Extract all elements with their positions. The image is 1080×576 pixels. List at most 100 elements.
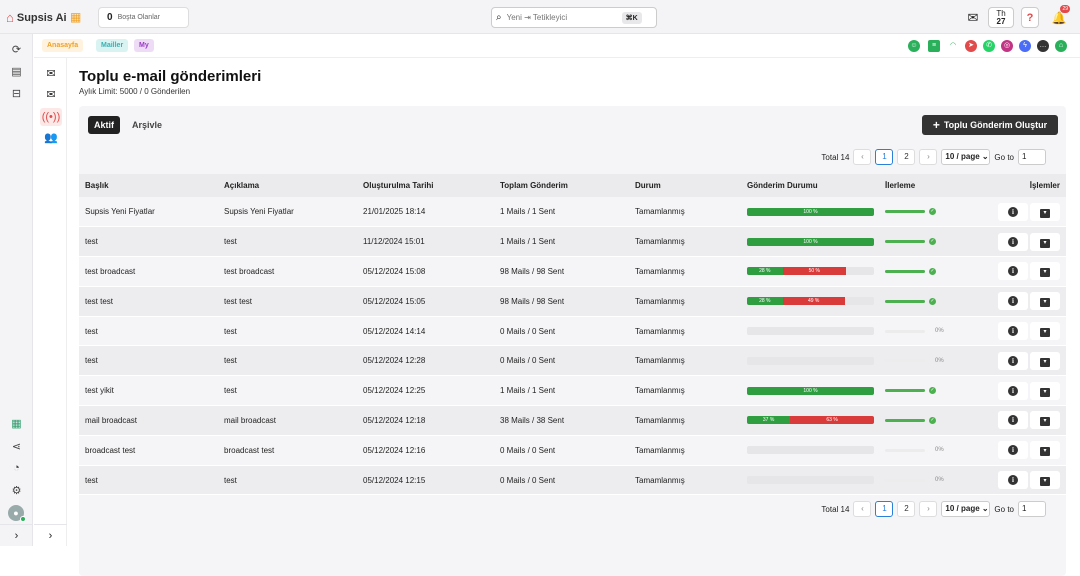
page-2-button[interactable]: 2	[897, 501, 916, 517]
info-button[interactable]: i	[998, 322, 1028, 341]
cell-title: Supsis Yeni Fiyatlar	[79, 197, 218, 228]
next-page-button[interactable]: ›	[919, 149, 938, 165]
prev-page-button[interactable]: ‹	[853, 501, 872, 517]
table-row[interactable]: mail broadcast mail broadcast 05/12/2024 1…	[79, 405, 1066, 436]
tab-home[interactable]: Anasayfa	[42, 39, 84, 52]
settings-gear-icon[interactable]: ⚙	[9, 484, 24, 499]
archive-button[interactable]: ▾	[1030, 322, 1060, 341]
filter-archive-tab[interactable]: Arşivle	[126, 116, 168, 134]
sms-icon[interactable]: …	[1037, 40, 1049, 52]
open-mail-icon[interactable]: ✉	[43, 88, 59, 104]
notification-bell-icon[interactable]: 🔔 29	[1048, 5, 1070, 28]
filter-active-tab[interactable]: Aktif	[88, 116, 120, 134]
progress-cell: 0%	[879, 316, 989, 347]
table-row[interactable]: test test 05/12/2024 12:28 0 Mails / 0 Sent…	[79, 345, 1066, 377]
archive-button[interactable]: ▾	[1030, 441, 1060, 460]
share-icon[interactable]: ⋖	[9, 440, 24, 455]
language-box[interactable]: Th 27	[988, 7, 1014, 28]
lang-bottom: 27	[996, 16, 1006, 26]
actions-cell: i ▾	[989, 286, 1066, 317]
page-size-select[interactable]: 10 / page ⌄	[941, 501, 991, 517]
archive-button[interactable]: ▾	[1030, 262, 1060, 281]
whatsapp-icon[interactable]: ✆	[983, 40, 995, 52]
info-button[interactable]: i	[998, 292, 1028, 311]
info-button[interactable]: i	[998, 202, 1028, 221]
prev-page-button[interactable]: ‹	[853, 149, 872, 165]
users-icon[interactable]: 👥	[43, 131, 59, 147]
table-row[interactable]: test test 05/12/2024 14:14 0 Mails / 0 Sent…	[79, 316, 1066, 347]
goto-input[interactable]: 1	[1018, 149, 1046, 165]
archive-button[interactable]: ▾	[1030, 351, 1060, 370]
avatar[interactable]: ●	[8, 505, 26, 522]
refresh-icon[interactable]: ⟳	[9, 43, 24, 58]
brand-logo[interactable]: ⌂ Supsis Ai	[6, 10, 67, 25]
dashboard-icon[interactable]: ▦	[9, 417, 24, 432]
help-button[interactable]: ?	[1021, 7, 1039, 28]
table-row[interactable]: broadcast test broadcast test 05/12/2024 1…	[79, 435, 1066, 466]
progress-cell: ✓	[879, 286, 989, 317]
table-row[interactable]: test test test test 05/12/2024 15:05 98 Mai…	[79, 286, 1066, 317]
info-button[interactable]: i	[998, 351, 1028, 370]
mail-icon[interactable]: ✉	[43, 67, 59, 83]
messenger-icon[interactable]: ϟ	[1019, 40, 1031, 52]
mail-icon[interactable]: ✉	[964, 7, 982, 28]
expand-left-sidebar-icon[interactable]: ›	[0, 524, 33, 546]
archive-button[interactable]: ▾	[1030, 471, 1060, 490]
page-2-button[interactable]: 2	[897, 149, 916, 165]
archive-button[interactable]: ▾	[1030, 232, 1060, 251]
cell-status: Tamamlanmış	[629, 256, 741, 287]
info-button[interactable]: i	[998, 441, 1028, 460]
goto-input[interactable]: 1	[1018, 501, 1046, 517]
table-row[interactable]: test test 05/12/2024 12:15 0 Mails / 0 Sent…	[79, 465, 1066, 496]
table-row[interactable]: Supsis Yeni Fiyatlar Supsis Yeni Fiyatlar…	[79, 197, 1066, 228]
wifi-channel-icon[interactable]: ◠	[947, 40, 959, 52]
chat-channel-icon[interactable]: ☺	[908, 40, 920, 52]
table-row[interactable]: test test 11/12/2024 15:01 1 Mails / 1 Sent…	[79, 226, 1066, 258]
info-icon: i	[1008, 385, 1018, 396]
broadcast-icon[interactable]: ((•))	[40, 108, 62, 126]
search-input[interactable]	[506, 13, 617, 22]
page-1-button[interactable]: 1	[875, 501, 894, 517]
cell-total: 98 Mails / 98 Sent	[494, 286, 629, 317]
tab-mails[interactable]: Mailler	[96, 39, 129, 52]
archive-icon: ▾	[1040, 477, 1050, 487]
archive-button[interactable]: ▾	[1030, 411, 1060, 430]
send-channel-icon[interactable]: ➤	[965, 40, 977, 52]
check-icon: ✓	[929, 238, 936, 246]
info-button[interactable]: i	[998, 232, 1028, 251]
actions-cell: i ▾	[989, 316, 1066, 347]
search-box[interactable]: ⌕ ⌘K	[491, 7, 657, 28]
archive-button[interactable]: ▾	[1030, 381, 1060, 400]
info-button[interactable]: i	[998, 471, 1028, 490]
page-size-select[interactable]: 10 / page ⌄	[941, 149, 991, 165]
send-status-bar: 100 %	[747, 386, 874, 395]
cell-desc: broadcast test	[218, 435, 357, 466]
table-row[interactable]: test yikit test 05/12/2024 12:25 1 Mails / …	[79, 375, 1066, 407]
expand-secondary-sidebar-icon[interactable]: ›	[34, 524, 67, 546]
apps-grid-icon[interactable]: ▦	[70, 10, 81, 24]
list-channel-icon[interactable]: ≡	[928, 40, 940, 52]
webchat-icon[interactable]: ⌂	[1055, 40, 1067, 52]
instagram-icon[interactable]: ◎	[1001, 40, 1013, 52]
contact-card-icon[interactable]: ▤	[9, 65, 24, 80]
create-broadcast-button[interactable]: + Toplu Gönderim Oluştur	[922, 115, 1058, 135]
cell-status: Tamamlanmış	[629, 465, 741, 496]
check-icon: ✓	[929, 208, 936, 216]
actions-cell: i ▾	[989, 345, 1066, 377]
archive-button[interactable]: ▾	[1030, 202, 1060, 221]
cell-desc: test	[218, 375, 357, 407]
next-page-button[interactable]: ›	[919, 501, 938, 517]
page-1-button[interactable]: 1	[875, 149, 894, 165]
table-row[interactable]: test broadcast test broadcast 05/12/2024 1…	[79, 256, 1066, 287]
inbox-icon[interactable]: ⊟	[9, 87, 24, 102]
info-button[interactable]: i	[998, 411, 1028, 430]
archive-button[interactable]: ▾	[1030, 292, 1060, 311]
idle-agents-box[interactable]: 0 Boşta Olanlar	[98, 7, 189, 28]
info-button[interactable]: i	[998, 262, 1028, 281]
send-status-bar: 100 %	[747, 207, 874, 216]
info-button[interactable]: i	[998, 381, 1028, 400]
tab-my[interactable]: My	[134, 39, 154, 52]
history-icon[interactable]: ◔	[9, 462, 24, 477]
cell-title: test	[79, 316, 218, 347]
progress-cell: ✓	[879, 256, 989, 287]
